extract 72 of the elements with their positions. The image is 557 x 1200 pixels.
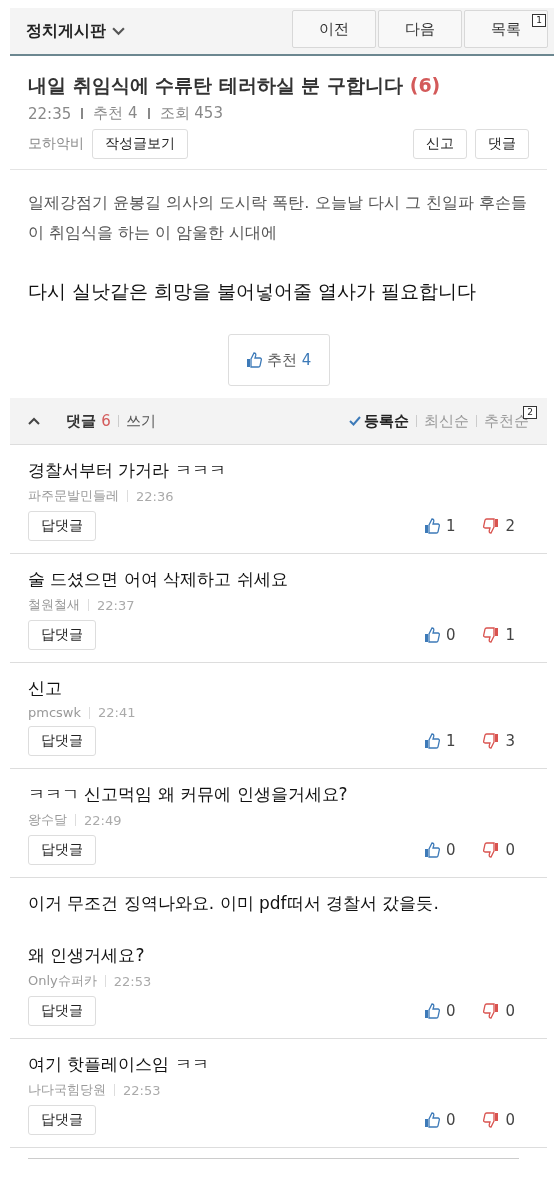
downvote-button[interactable]: 1: [483, 626, 529, 644]
comment-author: pmcswk: [28, 705, 81, 720]
thumbs-down-icon: [483, 842, 500, 858]
thumbs-down-icon: [483, 1003, 500, 1019]
write-comment-link[interactable]: 쓰기: [125, 411, 156, 431]
post-paragraph: 다시 실낫같은 희망을 불어넣어줄 열사가 필요합니다: [28, 279, 478, 304]
comment-text: 왜 인생거세요?: [28, 944, 146, 967]
reply-button[interactable]: 답댓글: [28, 996, 96, 1026]
comment-text: 이거 무조건 징역나와요. 이미 pdf떠서 경찰서 갔을듯.: [28, 892, 440, 915]
upvote-button[interactable]: 0: [423, 1111, 470, 1129]
thumbs-up-icon: [423, 1112, 440, 1128]
check-icon: [349, 416, 361, 426]
reply-button[interactable]: 답댓글: [28, 726, 96, 756]
reply-button[interactable]: 답댓글: [28, 1105, 96, 1135]
downvote-button[interactable]: 3: [483, 732, 529, 750]
comment-text: 여기 핫플레이스임 ㅋㅋ: [28, 1053, 210, 1076]
post-author: 모하악비: [28, 135, 84, 153]
post-views: 조회 453: [159, 104, 223, 123]
comment-time: 22:49: [84, 812, 122, 828]
post-title: 내일 취임식에 수류탄 테러하실 분 구합니다 (6): [28, 73, 442, 98]
comment-time: 22:53: [113, 973, 152, 989]
comments-count-label: 댓글 6: [66, 411, 111, 431]
reply-button[interactable]: 답댓글: [28, 620, 96, 650]
upvote-button[interactable]: 0: [423, 1002, 470, 1020]
upvote-button[interactable]: 0: [423, 841, 470, 859]
downvote-button[interactable]: 0: [483, 1111, 529, 1129]
reply-button[interactable]: 답댓글: [28, 835, 96, 865]
nav-button[interactable]: 이전: [292, 10, 376, 48]
thumbs-down-icon: [483, 518, 500, 534]
upvote-button[interactable]: 1: [423, 517, 470, 535]
thumbs-down-icon: [483, 627, 500, 643]
upvote-button[interactable]: 1: [423, 732, 470, 750]
nav-button[interactable]: 다음: [378, 10, 462, 48]
comment-author: 나다국힘당원: [28, 1081, 106, 1099]
upvote-button[interactable]: 0: [423, 626, 470, 644]
comment-author: 왕수달: [28, 811, 67, 829]
comment-text: 경찰서부터 가거라 ㅋㅋㅋ: [28, 459, 227, 482]
marker-badge: 1: [532, 14, 546, 27]
comment-time: 22:37: [97, 597, 135, 613]
board-dropdown[interactable]: 정치게시판: [26, 20, 125, 42]
comment-time: 22:41: [98, 705, 136, 720]
comment-author: 철원철새: [28, 596, 80, 614]
thumbs-up-icon: [423, 842, 440, 858]
thumbs-down-icon: [483, 1112, 500, 1128]
downvote-button[interactable]: 2: [483, 517, 529, 535]
post-recommend-count: 추천 4: [93, 104, 138, 123]
post-time: 22:35: [28, 104, 72, 123]
thumbs-up-icon: [245, 352, 262, 368]
marker-badge: 2: [523, 406, 537, 419]
chevron-down-icon: [112, 26, 125, 36]
sort-option[interactable]: 등록순: [349, 411, 409, 431]
thumbs-up-icon: [423, 733, 440, 749]
thumbs-up-icon: [423, 518, 440, 534]
post-paragraph: 일제강점기 윤봉길 의사의 도시락 폭탄. 오늘날 다시 그 친일파 후손들이 취임식을 하는 이 암울한 시대에: [28, 192, 528, 244]
comment-text: 신고: [28, 677, 63, 700]
downvote-button[interactable]: 0: [483, 1002, 529, 1020]
comment-author: Only슈퍼카: [28, 972, 97, 990]
downvote-button[interactable]: 0: [483, 841, 529, 859]
comment-text: 술 드셨으면 어여 삭제하고 쉬세요: [28, 568, 289, 591]
post-action-button[interactable]: 댓글: [475, 129, 529, 159]
comment-time: 22:36: [136, 488, 174, 504]
comment-text: ㅋㅋㄱ 신고먹임 왜 커뮤에 인생을거세요?: [28, 783, 349, 806]
reply-button[interactable]: 답댓글: [28, 511, 96, 541]
comment-author: 파주문발민들레: [28, 487, 119, 505]
view-posts-button[interactable]: 작성글보기: [92, 129, 188, 159]
thumbs-up-icon: [423, 1003, 440, 1019]
thumbs-up-icon: [423, 627, 440, 643]
post-action-button[interactable]: 신고: [413, 129, 467, 159]
thumbs-down-icon: [483, 733, 500, 749]
comment-time: 22:53: [123, 1082, 161, 1098]
recommend-button[interactable]: 추천 4: [227, 334, 330, 386]
collapse-caret-icon[interactable]: [28, 417, 40, 425]
